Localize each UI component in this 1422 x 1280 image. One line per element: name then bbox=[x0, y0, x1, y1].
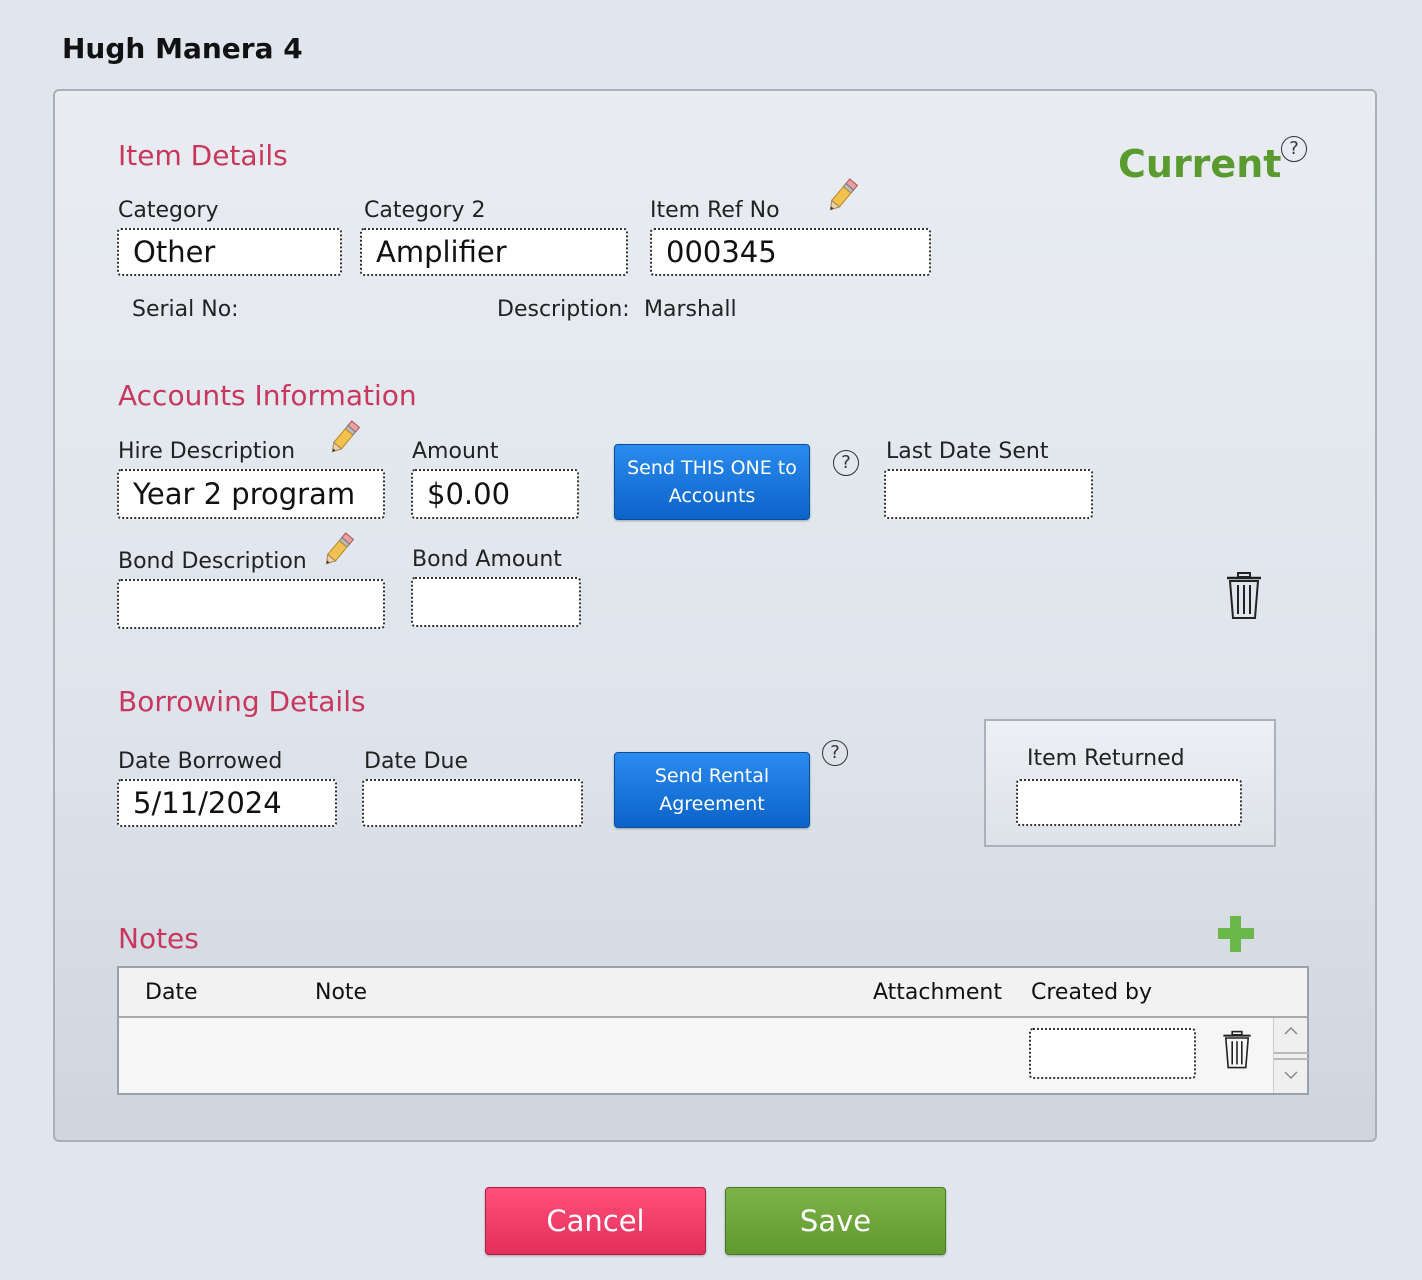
delete-note-trash-icon[interactable] bbox=[1221, 1030, 1253, 1070]
column-header-attachment[interactable]: Attachment bbox=[873, 980, 1002, 1005]
category-value: Other bbox=[133, 235, 216, 269]
column-header-created-by[interactable]: Created by bbox=[1031, 980, 1152, 1005]
send-to-accounts-line1: Send THIS ONE to bbox=[627, 457, 797, 479]
cancel-button[interactable]: Cancel bbox=[485, 1187, 706, 1255]
bond-desc-field[interactable] bbox=[117, 579, 385, 629]
send-to-accounts-line2: Accounts bbox=[668, 485, 756, 507]
scroll-up-chevron-icon[interactable] bbox=[1282, 1024, 1300, 1038]
item-ref-field[interactable]: 000345 bbox=[650, 228, 931, 276]
category-field[interactable]: Other bbox=[117, 228, 342, 276]
notes-table: Date Note Attachment Created by bbox=[117, 966, 1309, 1095]
delete-accounts-trash-icon[interactable] bbox=[1224, 571, 1264, 621]
note-created-by-field[interactable] bbox=[1029, 1028, 1196, 1079]
send-rental-line2: Agreement bbox=[659, 793, 765, 815]
date-due-label: Date Due bbox=[364, 749, 468, 774]
hire-desc-label: Hire Description bbox=[118, 439, 296, 464]
send-accounts-help-icon[interactable]: ? bbox=[833, 450, 859, 476]
serial-label: Serial No: bbox=[132, 297, 239, 322]
description-label: Description: bbox=[497, 297, 630, 322]
cancel-button-label: Cancel bbox=[546, 1204, 645, 1238]
amount-value: $0.00 bbox=[427, 477, 511, 511]
item-ref-label: Item Ref No bbox=[650, 198, 780, 223]
column-header-note[interactable]: Note bbox=[315, 980, 367, 1005]
last-date-sent-label: Last Date Sent bbox=[886, 439, 1049, 464]
item-returned-label: Item Returned bbox=[1027, 746, 1185, 771]
description-value: Marshall bbox=[644, 297, 737, 322]
hire-desc-field[interactable]: Year 2 program bbox=[117, 469, 385, 519]
category2-value: Amplifier bbox=[376, 235, 507, 269]
date-borrowed-field[interactable]: 5/11/2024 bbox=[117, 779, 337, 827]
category-label: Category bbox=[118, 198, 219, 223]
status-label: Current bbox=[1118, 142, 1282, 186]
item-returned-field[interactable] bbox=[1016, 779, 1242, 826]
amount-label: Amount bbox=[412, 439, 499, 464]
send-rental-line1: Send Rental bbox=[654, 765, 770, 787]
accounts-title: Accounts Information bbox=[118, 379, 417, 412]
item-ref-edit-pencil-icon[interactable] bbox=[824, 176, 860, 216]
notes-scrollbar[interactable] bbox=[1273, 1018, 1308, 1093]
table-row bbox=[119, 1018, 1275, 1093]
status-help-icon[interactable]: ? bbox=[1281, 136, 1307, 162]
notes-title: Notes bbox=[118, 922, 199, 955]
hire-desc-value: Year 2 program bbox=[133, 477, 356, 511]
scroll-thumb[interactable] bbox=[1274, 1052, 1308, 1060]
borrowing-title: Borrowing Details bbox=[118, 685, 366, 718]
item-details-title: Item Details bbox=[118, 139, 288, 172]
date-borrowed-value: 5/11/2024 bbox=[133, 786, 282, 820]
category2-field[interactable]: Amplifier bbox=[360, 228, 628, 276]
save-button[interactable]: Save bbox=[725, 1187, 946, 1255]
bond-desc-edit-pencil-icon[interactable] bbox=[320, 530, 356, 570]
item-ref-value: 000345 bbox=[666, 235, 777, 269]
send-to-accounts-button[interactable]: Send THIS ONE to Accounts bbox=[614, 444, 810, 520]
bond-amount-label: Bond Amount bbox=[412, 547, 562, 572]
date-borrowed-label: Date Borrowed bbox=[118, 749, 283, 774]
save-button-label: Save bbox=[799, 1204, 872, 1238]
category2-label: Category 2 bbox=[364, 198, 486, 223]
last-date-sent-field[interactable] bbox=[884, 469, 1093, 519]
notes-table-header: Date Note Attachment Created by bbox=[119, 968, 1307, 1018]
send-rental-agreement-button[interactable]: Send Rental Agreement bbox=[614, 752, 810, 828]
add-note-plus-icon[interactable] bbox=[1216, 914, 1256, 954]
bond-amount-field[interactable] bbox=[411, 577, 581, 627]
date-due-field[interactable] bbox=[362, 779, 583, 827]
scroll-down-chevron-icon[interactable] bbox=[1282, 1068, 1300, 1082]
column-header-date[interactable]: Date bbox=[145, 980, 198, 1005]
send-rental-help-icon[interactable]: ? bbox=[822, 740, 848, 766]
amount-field[interactable]: $0.00 bbox=[411, 469, 579, 519]
hire-desc-edit-pencil-icon[interactable] bbox=[326, 418, 362, 458]
window-title: Hugh Manera 4 bbox=[62, 32, 303, 65]
bond-desc-label: Bond Description bbox=[118, 549, 307, 574]
